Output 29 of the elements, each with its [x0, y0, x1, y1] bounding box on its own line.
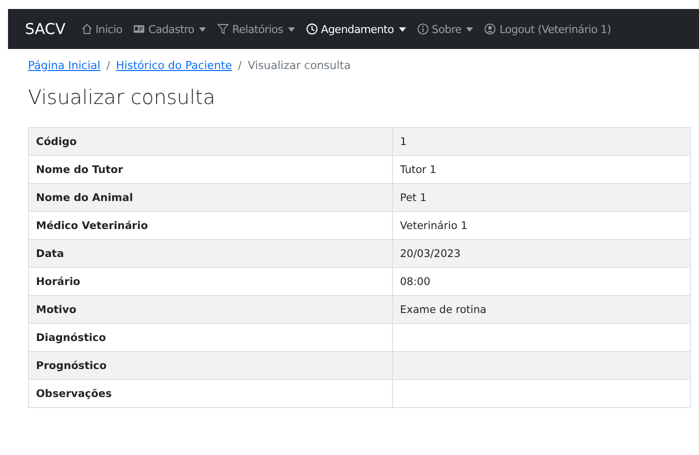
nav-item[interactable]: Agendamento — [306, 22, 406, 36]
breadcrumb-separator: / — [238, 59, 242, 72]
field-value: 1 — [392, 128, 690, 156]
field-label: Código — [28, 128, 392, 156]
info-icon — [416, 23, 429, 35]
user-icon — [484, 23, 496, 35]
field-value: Exame de rotina — [392, 296, 690, 324]
clock-icon — [306, 23, 318, 35]
field-label: Data — [28, 240, 392, 268]
page-title: Visualizar consulta — [28, 85, 216, 109]
field-value: Pet 1 — [392, 184, 690, 212]
nav-item[interactable]: Inicio — [80, 22, 122, 36]
nav-item[interactable]: Relatórios — [217, 22, 296, 36]
breadcrumb-current: Visualizar consulta — [248, 59, 351, 72]
nav-item[interactable]: Sobre — [416, 22, 474, 36]
field-label: Prognóstico — [28, 352, 392, 380]
nav-item[interactable]: Cadastro — [133, 22, 206, 36]
breadcrumb-separator: / — [106, 59, 110, 72]
home-icon — [80, 23, 93, 35]
field-value: 20/03/2023 — [392, 240, 690, 268]
field-label: Nome do Animal — [28, 184, 392, 212]
breadcrumb-link[interactable]: Página Inicial — [28, 59, 100, 72]
filter-icon — [217, 23, 230, 35]
id-card-icon — [133, 23, 146, 35]
nav-item[interactable]: Logout (Veterinário 1) — [484, 22, 611, 36]
field-label: Motivo — [28, 296, 392, 324]
field-label: Observações — [28, 380, 392, 408]
brand-link[interactable]: SACV — [25, 20, 66, 38]
breadcrumb-link[interactable]: Histórico do Paciente — [116, 59, 232, 72]
